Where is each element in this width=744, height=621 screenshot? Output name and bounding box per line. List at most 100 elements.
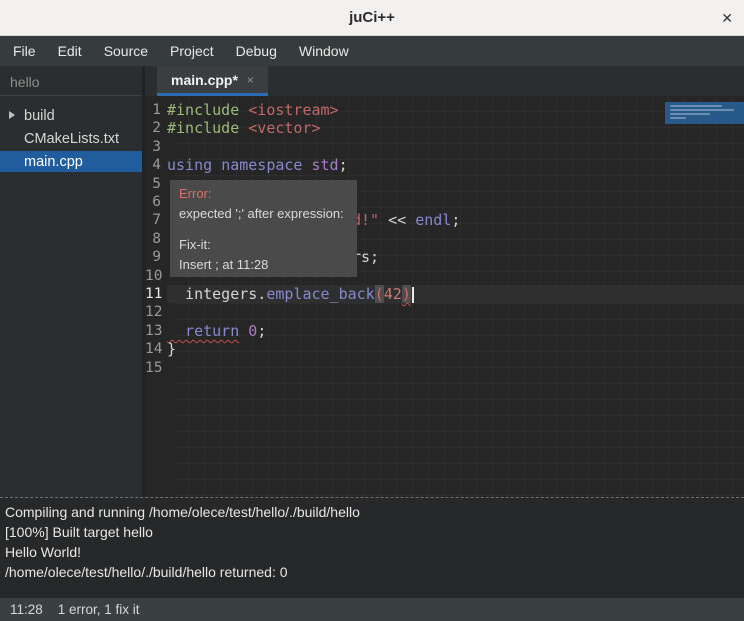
pane-resize-handle[interactable]	[247, 497, 267, 498]
menu-window[interactable]: Window	[288, 36, 360, 66]
code-token	[239, 322, 248, 340]
code-token: 42	[384, 285, 402, 303]
tree-item-label: build	[24, 108, 55, 124]
text-cursor	[412, 287, 414, 303]
output-line: /home/olece/test/hello/./build/hello ret…	[5, 562, 739, 582]
file-tree-sidebar: hello build CMakeLists.txt main.cpp	[0, 66, 145, 497]
code-token: ;	[339, 156, 348, 174]
code-text	[167, 138, 744, 156]
tabbar: main.cpp* ×	[145, 66, 744, 96]
line-number: 2	[145, 119, 167, 137]
line-number: 14	[145, 340, 167, 358]
tooltip-error-label: Error:	[179, 184, 348, 204]
diagnostics-label: 1 error, 1 fix it	[58, 602, 140, 617]
project-name-label: hello	[0, 66, 142, 96]
code-token: <<	[379, 211, 415, 229]
menu-source[interactable]: Source	[93, 36, 159, 66]
code-line-4[interactable]: 4using namespace std;	[145, 156, 744, 174]
line-number: 9	[145, 248, 167, 266]
output-line: Hello World!	[5, 542, 739, 562]
window-body: hello build CMakeLists.txt main.cpp main.c…	[0, 66, 744, 497]
code-text	[167, 359, 744, 377]
code-token: using	[167, 156, 212, 174]
tree-item-build[interactable]: build	[0, 105, 142, 126]
code-text: #include <iostream>	[167, 101, 744, 119]
tooltip-error-text: expected ';' after expression:	[179, 204, 348, 224]
code-token: 0	[248, 322, 257, 340]
code-editor[interactable]: 1#include <iostream>2#include <vector>34…	[145, 96, 744, 497]
window-close-icon[interactable]: ✕	[721, 11, 733, 25]
menu-project[interactable]: Project	[159, 36, 225, 66]
tooltip-spacer	[179, 224, 348, 235]
line-number: 3	[145, 138, 167, 156]
line-number: 7	[145, 211, 167, 229]
code-text: return 0;	[167, 322, 744, 340]
code-token: ;	[451, 211, 460, 229]
code-token: <iostream>	[248, 101, 338, 119]
line-number: 8	[145, 230, 167, 248]
code-token: (	[375, 285, 384, 303]
code-token: namespace	[221, 156, 302, 174]
menu-edit[interactable]: Edit	[47, 36, 93, 66]
tab-main-cpp[interactable]: main.cpp* ×	[157, 66, 268, 96]
menu-file[interactable]: File	[2, 36, 47, 66]
tab-label: main.cpp*	[171, 72, 238, 88]
cursor-position-label: 11:28	[10, 602, 43, 617]
code-token: integers.	[167, 285, 266, 303]
menubar: FileEditSourceProjectDebugWindow	[0, 36, 744, 66]
code-text	[167, 303, 744, 321]
document-overview[interactable]	[665, 102, 744, 124]
tree-item-cmakelists-txt[interactable]: CMakeLists.txt	[0, 128, 142, 149]
code-token	[212, 156, 221, 174]
diagnostic-tooltip: Error: expected ';' after expression: Fi…	[170, 180, 357, 277]
code-line-2[interactable]: 2#include <vector>	[145, 119, 744, 137]
line-number: 15	[145, 359, 167, 377]
line-number: 5	[145, 175, 167, 193]
expander-icon[interactable]	[9, 111, 15, 119]
overview-line	[670, 113, 710, 115]
line-number: 6	[145, 193, 167, 211]
code-line-3[interactable]: 3	[145, 138, 744, 156]
code-token: )	[402, 285, 411, 303]
output-line: Compiling and running /home/olece/test/h…	[5, 502, 739, 522]
code-text: using namespace std;	[167, 156, 744, 174]
code-line-12[interactable]: 12	[145, 303, 744, 321]
code-line-13[interactable]: 13 return 0;	[145, 322, 744, 340]
build-output-panel[interactable]: Compiling and running /home/olece/test/h…	[0, 497, 744, 598]
tab-close-icon[interactable]: ×	[247, 74, 254, 86]
tooltip-fixit-text: Insert ; at 11:28	[179, 255, 348, 275]
code-token: emplace_back	[266, 285, 374, 303]
code-token	[302, 156, 311, 174]
overview-line	[670, 109, 734, 111]
window-title: juCi++	[349, 9, 395, 26]
code-text: }	[167, 340, 744, 358]
tree-item-label: main.cpp	[24, 154, 83, 170]
code-line-15[interactable]: 15	[145, 359, 744, 377]
code-token: #include	[167, 119, 248, 137]
line-number: 13	[145, 322, 167, 340]
code-line-14[interactable]: 14}	[145, 340, 744, 358]
overview-line	[670, 105, 722, 107]
code-token: return	[167, 322, 239, 340]
code-line-1[interactable]: 1#include <iostream>	[145, 101, 744, 119]
code-token: }	[167, 340, 176, 358]
code-text: integers.emplace_back(42)	[167, 285, 744, 303]
app-window: juCi++ ✕ FileEditSourceProjectDebugWindo…	[0, 0, 744, 621]
tooltip-fixit-label: Fix-it:	[179, 235, 348, 255]
overview-line	[670, 117, 686, 119]
code-token: endl	[415, 211, 451, 229]
code-token: <vector>	[248, 119, 320, 137]
code-text: #include <vector>	[167, 119, 744, 137]
file-tree: build CMakeLists.txt main.cpp	[0, 96, 142, 174]
output-line: [100%] Built target hello	[5, 522, 739, 542]
menu-debug[interactable]: Debug	[225, 36, 288, 66]
statusbar: 11:28 1 error, 1 fix it	[0, 598, 744, 621]
code-token: std	[312, 156, 339, 174]
line-number: 1	[145, 101, 167, 119]
code-token: #include	[167, 101, 248, 119]
tree-item-main-cpp[interactable]: main.cpp	[0, 151, 142, 172]
line-number: 11	[145, 285, 167, 303]
titlebar[interactable]: juCi++ ✕	[0, 0, 744, 36]
line-number: 10	[145, 267, 167, 285]
code-line-11[interactable]: 11 integers.emplace_back(42)	[145, 285, 744, 303]
